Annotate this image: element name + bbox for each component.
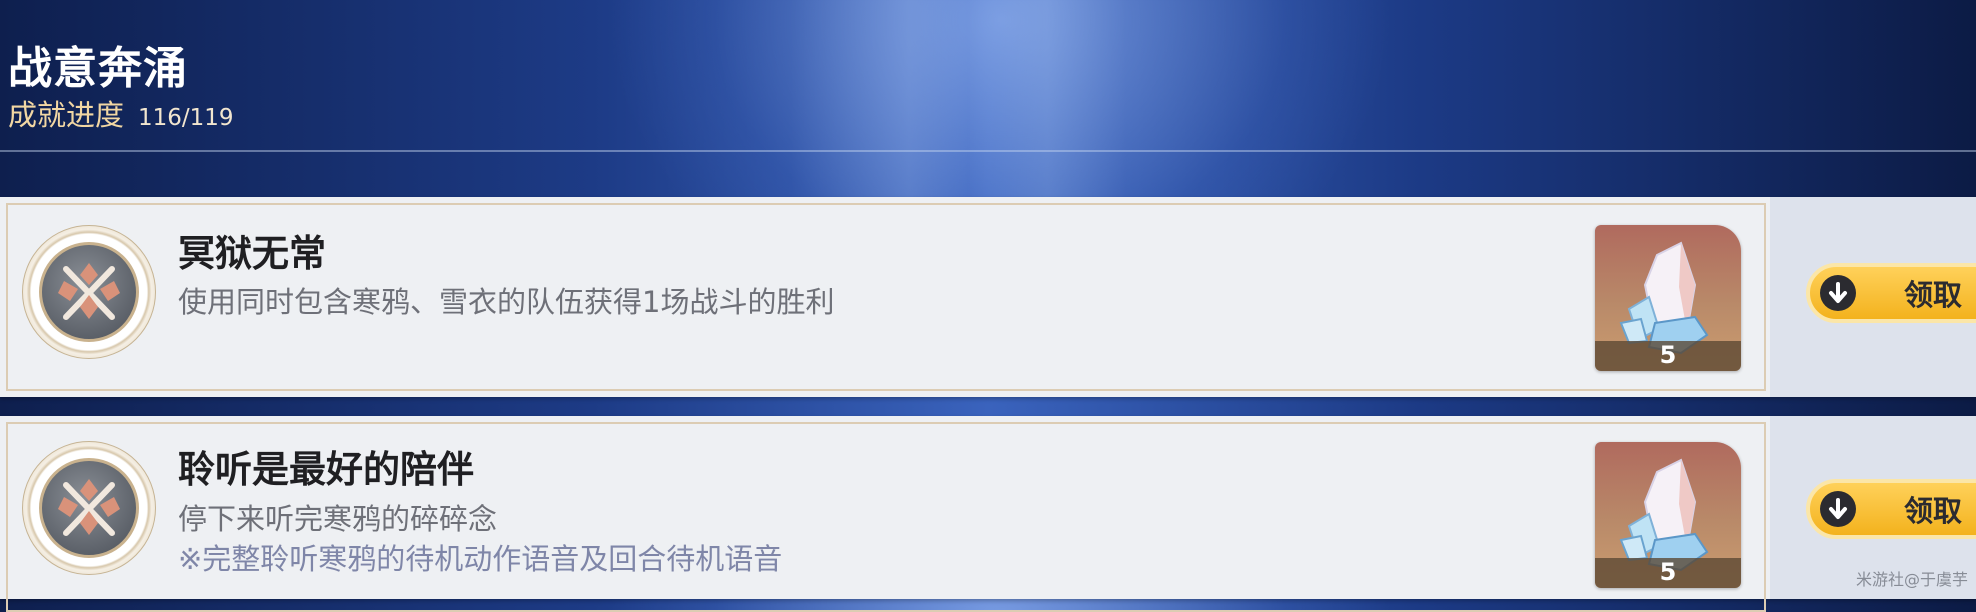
download-arrow-icon	[1820, 491, 1856, 527]
claim-button[interactable]: 领取	[1806, 479, 1976, 539]
emblem-core	[39, 242, 139, 342]
achievement-description: 使用同时包含寒鸦、雪衣的队伍获得1场战斗的胜利	[178, 285, 835, 319]
achievement-card: 冥狱无常 使用同时包含寒鸦、雪衣的队伍获得1场战斗的胜利 5 领取	[0, 197, 1976, 397]
page-title: 战意奔涌	[8, 43, 188, 94]
achievement-card: 聆听是最好的陪伴 停下来听完寒鸦的碎碎念 ※完整聆听寒鸦的待机动作语音及回合待机…	[0, 416, 1976, 612]
watermark: 米游社@于虞芋	[1856, 570, 1969, 589]
emblem-core	[39, 458, 139, 558]
download-arrow-icon	[1820, 275, 1856, 311]
achievement-note: ※完整聆听寒鸦的待机动作语音及回合待机语音	[178, 542, 783, 576]
crossed-axes-icon	[58, 479, 120, 536]
page-header: 战意奔涌 成就进度 116/119	[0, 0, 1976, 152]
achievement-title: 冥狱无常	[178, 232, 326, 275]
achievement-description: 停下来听完寒鸦的碎碎念	[178, 502, 498, 536]
reward-item[interactable]: 5	[1595, 225, 1741, 371]
claim-label: 领取	[1904, 278, 1963, 312]
reward-count: 5	[1659, 558, 1677, 586]
reward-count: 5	[1659, 341, 1677, 369]
achievement-title: 聆听是最好的陪伴	[178, 448, 474, 491]
crossed-axes-emblem-icon	[22, 225, 156, 359]
reward-item[interactable]: 5	[1595, 442, 1741, 588]
claim-label: 领取	[1904, 494, 1963, 528]
progress-label: 成就进度	[8, 98, 125, 132]
crossed-axes-emblem-icon	[22, 441, 156, 575]
claim-button[interactable]: 领取	[1806, 263, 1976, 323]
header-divider	[0, 150, 1976, 152]
progress-count: 116/119	[138, 105, 234, 131]
crossed-axes-icon	[58, 263, 120, 320]
achievement-progress: 成就进度 116/119	[8, 92, 234, 134]
